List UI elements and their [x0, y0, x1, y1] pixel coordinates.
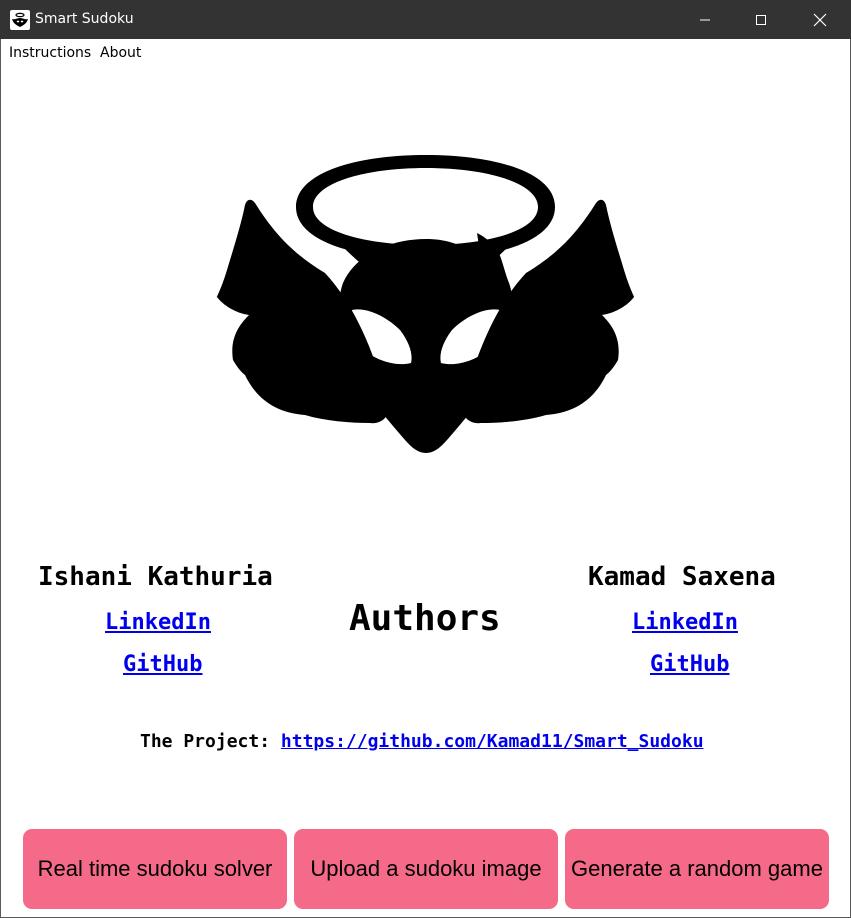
winged-mask-logo-icon: [216, 155, 635, 453]
menu-about[interactable]: About: [100, 45, 141, 61]
project-line: The Project: https://github.com/Kamad11/…: [140, 731, 704, 752]
maximize-button[interactable]: [738, 0, 784, 39]
minimize-icon: [700, 19, 710, 20]
project-url-link[interactable]: https://github.com/Kamad11/Smart_Sudoku: [281, 731, 704, 752]
project-label: The Project:: [140, 731, 271, 752]
minimize-button[interactable]: [682, 0, 728, 39]
author-left-github-link[interactable]: GitHub: [123, 652, 202, 677]
menu-bar: Instructions About: [1, 39, 850, 67]
title-bar: Smart Sudoku: [0, 0, 851, 39]
author-left-name: Ishani Kathuria: [38, 562, 273, 592]
upload-image-button[interactable]: Upload a sudoku image: [294, 829, 558, 909]
author-right-github-link[interactable]: GitHub: [650, 652, 729, 677]
close-icon: [813, 13, 827, 26]
random-game-button[interactable]: Generate a random game: [565, 829, 829, 909]
maximize-icon: [756, 14, 766, 25]
close-button[interactable]: [797, 0, 843, 39]
menu-instructions[interactable]: Instructions: [9, 45, 91, 61]
author-right-name: Kamad Saxena: [588, 562, 776, 592]
window-title: Smart Sudoku: [35, 11, 134, 27]
authors-heading: Authors: [349, 598, 501, 639]
author-left-linkedin-link[interactable]: LinkedIn: [105, 610, 211, 635]
app-icon: [10, 10, 30, 30]
realtime-solver-button[interactable]: Real time sudoku solver: [23, 829, 287, 909]
author-right-linkedin-link[interactable]: LinkedIn: [632, 610, 738, 635]
